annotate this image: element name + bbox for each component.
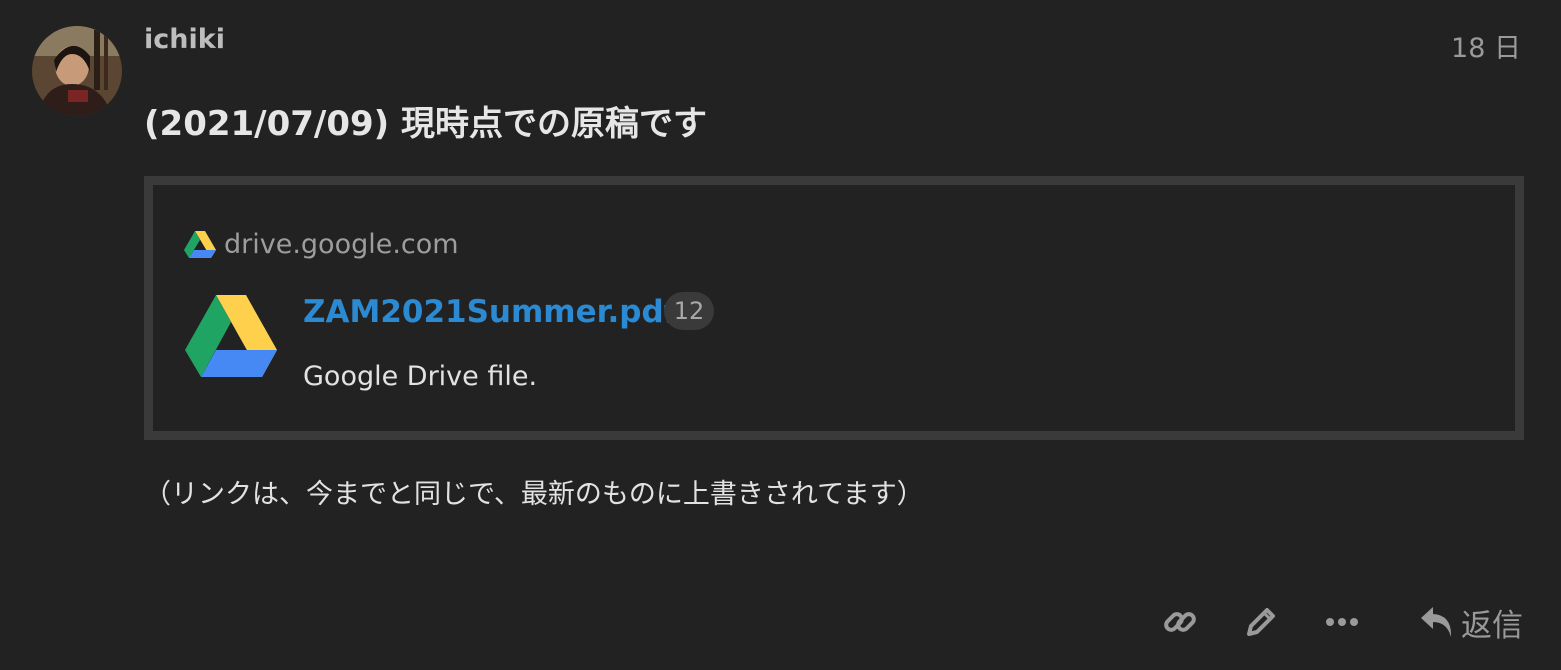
pencil-icon xyxy=(1247,608,1275,636)
author-avatar[interactable] xyxy=(32,26,122,116)
onebox-description: Google Drive file. xyxy=(303,361,538,392)
onebox-source-domain: drive.google.com xyxy=(224,229,459,260)
click-count-badge: 12 xyxy=(664,292,714,330)
onebox-title-link[interactable]: ZAM2021Summer.pdf xyxy=(303,294,677,330)
google-drive-icon xyxy=(184,230,216,259)
reply-button[interactable]: 返信 xyxy=(1419,600,1523,644)
post-body-text: （リンクは、今までと同じで、最新のものに上書きされてます） xyxy=(144,479,924,510)
reply-arrow-icon xyxy=(1421,607,1452,637)
more-actions-button[interactable] xyxy=(1325,600,1359,644)
share-link-button[interactable] xyxy=(1163,600,1197,644)
post-date[interactable]: 18 日 xyxy=(1451,26,1521,65)
ellipsis-icon xyxy=(1326,618,1358,626)
onebox-source[interactable]: drive.google.com xyxy=(184,229,459,260)
post-actions: 返信 xyxy=(1163,600,1523,644)
google-drive-icon xyxy=(185,295,277,381)
author-username[interactable]: ichiki xyxy=(144,24,225,55)
link-icon xyxy=(1164,612,1196,632)
reply-button-label: 返信 xyxy=(1461,607,1523,644)
post-title: (2021/07/09) 現時点での原稿です xyxy=(144,104,708,144)
link-preview-card: drive.google.com ZAM2021Summer.pdf 12 Go… xyxy=(144,176,1524,440)
avatar-image xyxy=(32,26,122,116)
edit-post-button[interactable] xyxy=(1243,600,1279,644)
